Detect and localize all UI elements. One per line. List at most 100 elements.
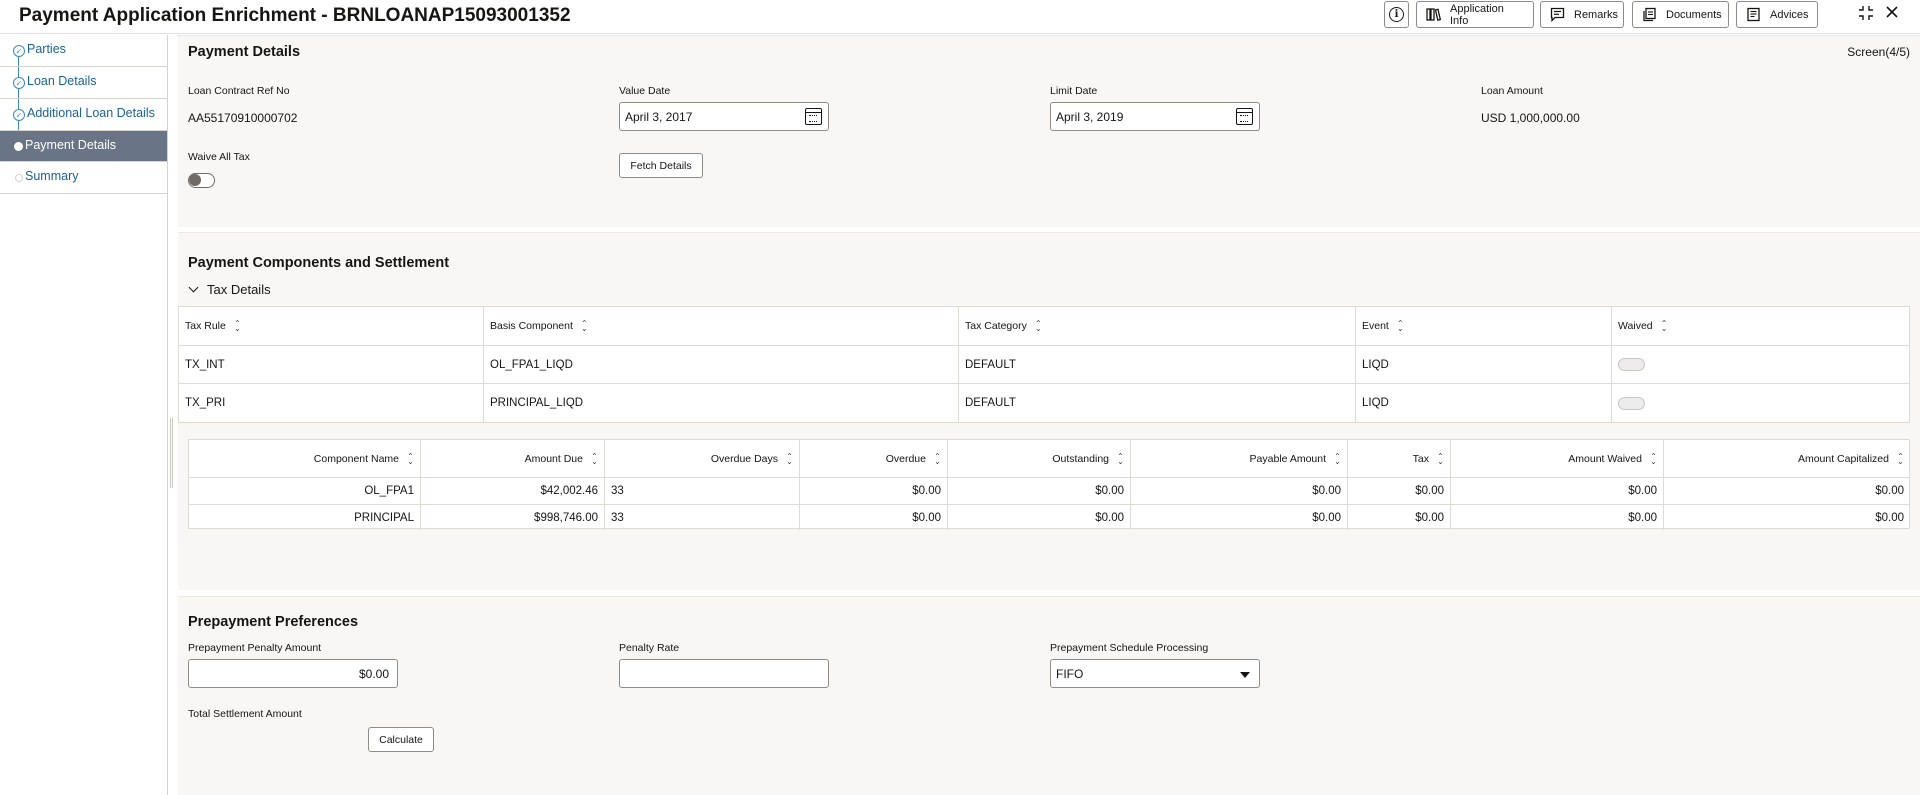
waived-toggle[interactable] [1618, 358, 1645, 371]
calculate-button[interactable]: Calculate [368, 727, 434, 752]
column-header-amount-capitalized[interactable]: Amount Capitalized ⌃ ⌄ [1664, 440, 1910, 477]
outstanding-cell: $0.00 [948, 478, 1131, 504]
amount-waived-cell: $0.00 [1451, 505, 1664, 530]
sort-icon: ⌃ ⌄ [1660, 319, 1668, 333]
fetch-details-button[interactable]: Fetch Details [619, 153, 703, 178]
loan-contract-ref-label: Loan Contract Ref No [188, 85, 290, 97]
overdue-cell: $0.00 [800, 478, 948, 504]
tax-details-toggle[interactable]: Tax Details [188, 282, 271, 297]
column-header-amount-waived[interactable]: Amount Waived ⌃ ⌄ [1451, 440, 1664, 477]
payment-details-section: Payment Details Screen(4/5) Loan Contrac… [178, 35, 1920, 227]
header-label: Amount Waived [1568, 452, 1642, 465]
remarks-button[interactable]: Remarks [1540, 1, 1624, 28]
sidebar-resize-handle[interactable] [170, 418, 173, 488]
calendar-icon[interactable] [1236, 108, 1253, 125]
table-row[interactable]: PRINCIPAL $998,746.00 33 $0.00 $0.00 $0.… [189, 505, 1909, 530]
loan-amount-value: USD 1,000,000.00 [1481, 111, 1580, 125]
header-label: Event [1362, 320, 1389, 332]
prepayment-schedule-processing-label: Prepayment Schedule Processing [1050, 642, 1209, 654]
header-label: Outstanding [1052, 452, 1109, 465]
calendar-icon[interactable] [805, 108, 822, 125]
table-row[interactable]: TX_INT OL_FPA1_LIQD DEFAULT LIQD [179, 346, 1909, 384]
component-name-cell: OL_FPA1 [189, 478, 421, 504]
section-title: Payment Details [188, 44, 301, 60]
sidebar-item-payment-details[interactable]: Payment Details [0, 131, 167, 162]
prepayment-penalty-amount-label: Prepayment Penalty Amount [188, 642, 322, 654]
penalty-rate-label: Penalty Rate [619, 642, 680, 654]
column-header-amount-due[interactable]: Amount Due ⌃ ⌄ [421, 440, 605, 477]
column-header-component-name[interactable]: Component Name ⌃ ⌄ [189, 440, 421, 477]
overdue-cell: $0.00 [800, 505, 948, 530]
sidebar-item-label: Payment Details [25, 138, 117, 152]
tax-rule-cell: TX_PRI [179, 384, 484, 422]
payable-amount-cell: $0.00 [1131, 478, 1348, 504]
overdue-days-cell: 33 [605, 505, 800, 530]
advices-button[interactable]: Advices [1736, 1, 1818, 28]
info-button[interactable]: i [1384, 1, 1409, 28]
tax-rule-cell: TX_INT [179, 346, 484, 383]
amount-waived-cell: $0.00 [1451, 478, 1664, 504]
sidebar-item-label: Parties [27, 42, 66, 56]
value-date-value: April 3, 2017 [625, 110, 693, 124]
value-date-field[interactable]: April 3, 2017 [619, 102, 829, 131]
table-row[interactable]: TX_PRI PRINCIPAL_LIQD DEFAULT LIQD [179, 384, 1909, 422]
waive-all-tax-label: Waive All Tax [188, 151, 250, 163]
current-step-dot-icon [14, 142, 23, 151]
prepayment-schedule-processing-value: FIFO [1056, 667, 1084, 681]
prepayment-preferences-section: Prepayment Preferences Prepayment Penalt… [178, 596, 1920, 795]
header-label: Amount Due [524, 452, 583, 465]
column-header-tax-category[interactable]: Tax Category ⌃ ⌄ [959, 307, 1356, 345]
limit-date-field[interactable]: April 3, 2019 [1050, 102, 1260, 131]
collapse-icon[interactable] [1857, 4, 1875, 27]
check-icon: ✓ [13, 77, 25, 89]
column-header-overdue-days[interactable]: Overdue Days ⌃ ⌄ [605, 440, 800, 477]
sort-icon: ⌃ ⌄ [581, 319, 588, 333]
application-info-button[interactable]: Application Info [1416, 1, 1534, 28]
sort-icon: ⌃ ⌄ [1897, 451, 1904, 466]
header-label: Tax Category [965, 320, 1027, 332]
column-header-overdue[interactable]: Overdue ⌃ ⌄ [800, 440, 948, 477]
documents-button[interactable]: Documents [1632, 1, 1729, 28]
header-label: Basis Component [490, 320, 573, 332]
waived-toggle[interactable] [1618, 396, 1645, 410]
toggle-knob [189, 174, 201, 186]
pending-step-dot-icon [15, 174, 23, 182]
column-header-event[interactable]: Event ⌃ ⌄ [1356, 307, 1612, 345]
check-icon: ✓ [13, 109, 25, 121]
prepayment-penalty-amount-input[interactable]: $0.00 [188, 659, 398, 688]
tax-category-cell: DEFAULT [959, 384, 1356, 422]
limit-date-value: April 3, 2019 [1056, 110, 1124, 124]
waived-cell [1612, 346, 1910, 383]
penalty-rate-input[interactable] [619, 659, 829, 688]
event-cell: LIQD [1356, 384, 1612, 422]
table-header-row: Tax Rule ⌃ ⌄ Basis Component ⌃ ⌄ Tax Categor… [179, 307, 1909, 346]
sidebar-item-summary[interactable]: Summary [0, 162, 167, 194]
column-header-basis-component[interactable]: Basis Component ⌃ ⌄ [484, 307, 959, 345]
screen-indicator: Screen(4/5) [1847, 45, 1910, 59]
sort-icon: ⌃ ⌄ [934, 451, 941, 466]
column-header-outstanding[interactable]: Outstanding ⌃ ⌄ [948, 440, 1131, 477]
sidebar-item-parties[interactable]: ✓ Parties [0, 35, 167, 67]
sort-icon: ⌃ ⌄ [1650, 451, 1657, 466]
prepayment-schedule-processing-select[interactable]: FIFO [1050, 659, 1260, 688]
sidebar-item-loan-details[interactable]: ✓ Loan Details [0, 67, 167, 99]
payment-components-section: Payment Components and Settlement Tax De… [178, 232, 1920, 590]
header-label: Tax Rule [185, 320, 226, 332]
column-header-tax-rule[interactable]: Tax Rule ⌃ ⌄ [179, 307, 484, 345]
column-header-tax[interactable]: Tax ⌃ ⌄ [1348, 440, 1451, 477]
close-icon[interactable] [1884, 4, 1900, 25]
check-icon: ✓ [13, 45, 25, 57]
basis-component-cell: PRINCIPAL_LIQD [484, 384, 959, 422]
sidebar-item-additional-loan-details[interactable]: ✓ Additional Loan Details [0, 99, 167, 131]
sidebar-item-label: Loan Details [27, 74, 97, 88]
chevron-down-icon [188, 282, 199, 293]
limit-date-label: Limit Date [1050, 85, 1098, 97]
tax-category-cell: DEFAULT [959, 346, 1356, 383]
column-header-waived[interactable]: Waived ⌃ ⌄ [1612, 307, 1910, 345]
application-info-label: Application Info [1450, 2, 1504, 27]
table-row[interactable]: OL_FPA1 $42,002.46 33 $0.00 $0.00 $0.00 … [189, 478, 1909, 505]
event-cell: LIQD [1356, 346, 1612, 383]
component-name-cell: PRINCIPAL [189, 505, 421, 530]
column-header-payable-amount[interactable]: Payable Amount ⌃ ⌄ [1131, 440, 1348, 477]
waive-all-tax-toggle[interactable] [188, 173, 215, 188]
